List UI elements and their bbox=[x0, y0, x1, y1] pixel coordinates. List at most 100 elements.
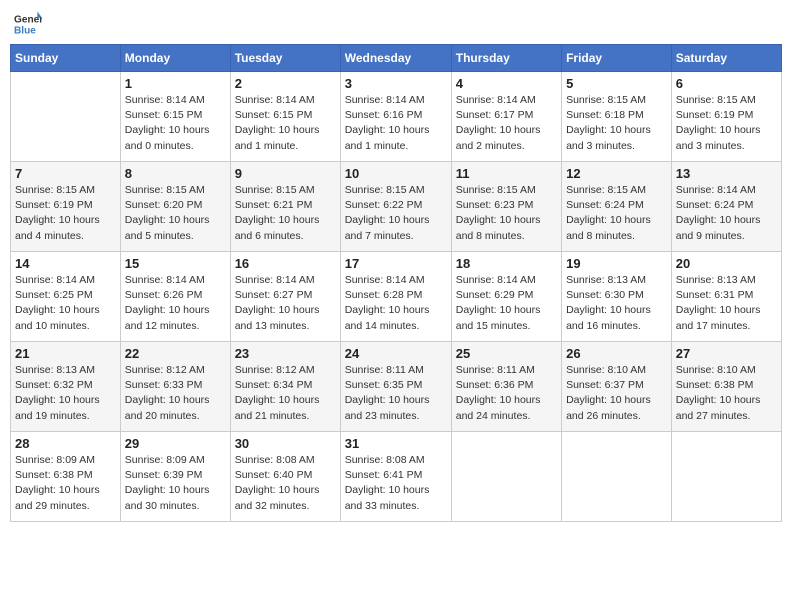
day-number: 17 bbox=[345, 256, 447, 271]
day-cell: 29 Sunrise: 8:09 AM Sunset: 6:39 PM Dayli… bbox=[120, 432, 230, 522]
day-cell: 2 Sunrise: 8:14 AM Sunset: 6:15 PM Daylig… bbox=[230, 72, 340, 162]
week-row-5: 28 Sunrise: 8:09 AM Sunset: 6:38 PM Dayli… bbox=[11, 432, 782, 522]
day-info: Sunrise: 8:14 AM Sunset: 6:16 PM Dayligh… bbox=[345, 93, 447, 154]
day-number: 10 bbox=[345, 166, 447, 181]
day-cell: 13 Sunrise: 8:14 AM Sunset: 6:24 PM Dayli… bbox=[671, 162, 781, 252]
day-number: 16 bbox=[235, 256, 336, 271]
day-info: Sunrise: 8:09 AM Sunset: 6:39 PM Dayligh… bbox=[125, 453, 226, 514]
day-number: 2 bbox=[235, 76, 336, 91]
day-cell: 25Sunrise: 8:11 AM Sunset: 6:36 PM Dayli… bbox=[451, 342, 561, 432]
day-cell: 16 Sunrise: 8:14 AM Sunset: 6:27 PM Dayli… bbox=[230, 252, 340, 342]
day-cell: 17 Sunrise: 8:14 AM Sunset: 6:28 PM Dayli… bbox=[340, 252, 451, 342]
day-number: 1 bbox=[125, 76, 226, 91]
day-cell: 6 Sunrise: 8:15 AM Sunset: 6:19 PM Daylig… bbox=[671, 72, 781, 162]
dow-header-tuesday: Tuesday bbox=[230, 45, 340, 72]
day-info: Sunrise: 8:10 AM Sunset: 6:37 PM Dayligh… bbox=[566, 363, 667, 424]
day-number: 25 bbox=[456, 346, 557, 361]
day-info: Sunrise: 8:13 AM Sunset: 6:31 PM Dayligh… bbox=[676, 273, 777, 334]
day-number: 11 bbox=[456, 166, 557, 181]
day-info: Sunrise: 8:14 AM Sunset: 6:26 PM Dayligh… bbox=[125, 273, 226, 334]
calendar-table: SundayMondayTuesdayWednesdayThursdayFrid… bbox=[10, 44, 782, 522]
day-info: Sunrise: 8:15 AM Sunset: 6:22 PM Dayligh… bbox=[345, 183, 447, 244]
day-info: Sunrise: 8:10 AM Sunset: 6:38 PM Dayligh… bbox=[676, 363, 777, 424]
day-cell bbox=[451, 432, 561, 522]
day-number: 24 bbox=[345, 346, 447, 361]
day-info: Sunrise: 8:14 AM Sunset: 6:17 PM Dayligh… bbox=[456, 93, 557, 154]
day-number: 12 bbox=[566, 166, 667, 181]
calendar-body: 1 Sunrise: 8:14 AM Sunset: 6:15 PM Daylig… bbox=[11, 72, 782, 522]
day-cell: 1 Sunrise: 8:14 AM Sunset: 6:15 PM Daylig… bbox=[120, 72, 230, 162]
day-number: 23 bbox=[235, 346, 336, 361]
day-number: 30 bbox=[235, 436, 336, 451]
day-info: Sunrise: 8:11 AM Sunset: 6:35 PM Dayligh… bbox=[345, 363, 447, 424]
day-cell: 18 Sunrise: 8:14 AM Sunset: 6:29 PM Dayli… bbox=[451, 252, 561, 342]
day-number: 20 bbox=[676, 256, 777, 271]
day-cell: 28 Sunrise: 8:09 AM Sunset: 6:38 PM Dayli… bbox=[11, 432, 121, 522]
day-info: Sunrise: 8:12 AM Sunset: 6:34 PM Dayligh… bbox=[235, 363, 336, 424]
day-number: 9 bbox=[235, 166, 336, 181]
day-info: Sunrise: 8:14 AM Sunset: 6:25 PM Dayligh… bbox=[15, 273, 116, 334]
day-info: Sunrise: 8:13 AM Sunset: 6:32 PM Dayligh… bbox=[15, 363, 116, 424]
week-row-2: 7Sunrise: 8:15 AM Sunset: 6:19 PM Daylig… bbox=[11, 162, 782, 252]
day-number: 6 bbox=[676, 76, 777, 91]
dow-header-sunday: Sunday bbox=[11, 45, 121, 72]
svg-text:Blue: Blue bbox=[14, 25, 36, 36]
day-cell: 7Sunrise: 8:15 AM Sunset: 6:19 PM Daylig… bbox=[11, 162, 121, 252]
day-info: Sunrise: 8:14 AM Sunset: 6:15 PM Dayligh… bbox=[125, 93, 226, 154]
day-cell: 3 Sunrise: 8:14 AM Sunset: 6:16 PM Daylig… bbox=[340, 72, 451, 162]
day-info: Sunrise: 8:12 AM Sunset: 6:33 PM Dayligh… bbox=[125, 363, 226, 424]
day-cell bbox=[11, 72, 121, 162]
day-info: Sunrise: 8:13 AM Sunset: 6:30 PM Dayligh… bbox=[566, 273, 667, 334]
day-number: 28 bbox=[15, 436, 116, 451]
page-header: General Blue bbox=[10, 10, 782, 38]
dow-header-wednesday: Wednesday bbox=[340, 45, 451, 72]
day-info: Sunrise: 8:15 AM Sunset: 6:19 PM Dayligh… bbox=[676, 93, 777, 154]
day-cell: 26 Sunrise: 8:10 AM Sunset: 6:37 PM Dayli… bbox=[562, 342, 672, 432]
day-info: Sunrise: 8:08 AM Sunset: 6:40 PM Dayligh… bbox=[235, 453, 336, 514]
day-info: Sunrise: 8:15 AM Sunset: 6:21 PM Dayligh… bbox=[235, 183, 336, 244]
day-info: Sunrise: 8:15 AM Sunset: 6:23 PM Dayligh… bbox=[456, 183, 557, 244]
day-cell: 10 Sunrise: 8:15 AM Sunset: 6:22 PM Dayli… bbox=[340, 162, 451, 252]
day-number: 13 bbox=[676, 166, 777, 181]
day-cell: 12Sunrise: 8:15 AM Sunset: 6:24 PM Dayli… bbox=[562, 162, 672, 252]
logo: General Blue bbox=[14, 10, 42, 38]
day-info: Sunrise: 8:15 AM Sunset: 6:20 PM Dayligh… bbox=[125, 183, 226, 244]
day-number: 29 bbox=[125, 436, 226, 451]
week-row-4: 21 Sunrise: 8:13 AM Sunset: 6:32 PM Dayli… bbox=[11, 342, 782, 432]
day-cell: 19Sunrise: 8:13 AM Sunset: 6:30 PM Dayli… bbox=[562, 252, 672, 342]
day-number: 31 bbox=[345, 436, 447, 451]
day-info: Sunrise: 8:14 AM Sunset: 6:27 PM Dayligh… bbox=[235, 273, 336, 334]
day-number: 3 bbox=[345, 76, 447, 91]
day-cell: 27 Sunrise: 8:10 AM Sunset: 6:38 PM Dayli… bbox=[671, 342, 781, 432]
day-info: Sunrise: 8:14 AM Sunset: 6:24 PM Dayligh… bbox=[676, 183, 777, 244]
day-number: 15 bbox=[125, 256, 226, 271]
week-row-1: 1 Sunrise: 8:14 AM Sunset: 6:15 PM Daylig… bbox=[11, 72, 782, 162]
day-number: 8 bbox=[125, 166, 226, 181]
dow-header-monday: Monday bbox=[120, 45, 230, 72]
day-cell: 4 Sunrise: 8:14 AM Sunset: 6:17 PM Daylig… bbox=[451, 72, 561, 162]
day-number: 7 bbox=[15, 166, 116, 181]
dow-header-saturday: Saturday bbox=[671, 45, 781, 72]
day-number: 5 bbox=[566, 76, 667, 91]
logo-icon: General Blue bbox=[14, 10, 42, 38]
day-info: Sunrise: 8:14 AM Sunset: 6:28 PM Dayligh… bbox=[345, 273, 447, 334]
day-info: Sunrise: 8:09 AM Sunset: 6:38 PM Dayligh… bbox=[15, 453, 116, 514]
dow-header-thursday: Thursday bbox=[451, 45, 561, 72]
day-number: 26 bbox=[566, 346, 667, 361]
day-number: 4 bbox=[456, 76, 557, 91]
day-info: Sunrise: 8:08 AM Sunset: 6:41 PM Dayligh… bbox=[345, 453, 447, 514]
day-cell: 14Sunrise: 8:14 AM Sunset: 6:25 PM Dayli… bbox=[11, 252, 121, 342]
day-cell: 9 Sunrise: 8:15 AM Sunset: 6:21 PM Daylig… bbox=[230, 162, 340, 252]
day-info: Sunrise: 8:14 AM Sunset: 6:15 PM Dayligh… bbox=[235, 93, 336, 154]
day-info: Sunrise: 8:14 AM Sunset: 6:29 PM Dayligh… bbox=[456, 273, 557, 334]
day-of-week-header-row: SundayMondayTuesdayWednesdayThursdayFrid… bbox=[11, 45, 782, 72]
day-number: 27 bbox=[676, 346, 777, 361]
day-cell: 21 Sunrise: 8:13 AM Sunset: 6:32 PM Dayli… bbox=[11, 342, 121, 432]
day-cell: 20 Sunrise: 8:13 AM Sunset: 6:31 PM Dayli… bbox=[671, 252, 781, 342]
day-number: 18 bbox=[456, 256, 557, 271]
day-number: 21 bbox=[15, 346, 116, 361]
day-cell: 22Sunrise: 8:12 AM Sunset: 6:33 PM Dayli… bbox=[120, 342, 230, 432]
week-row-3: 14Sunrise: 8:14 AM Sunset: 6:25 PM Dayli… bbox=[11, 252, 782, 342]
dow-header-friday: Friday bbox=[562, 45, 672, 72]
day-cell: 11 Sunrise: 8:15 AM Sunset: 6:23 PM Dayli… bbox=[451, 162, 561, 252]
